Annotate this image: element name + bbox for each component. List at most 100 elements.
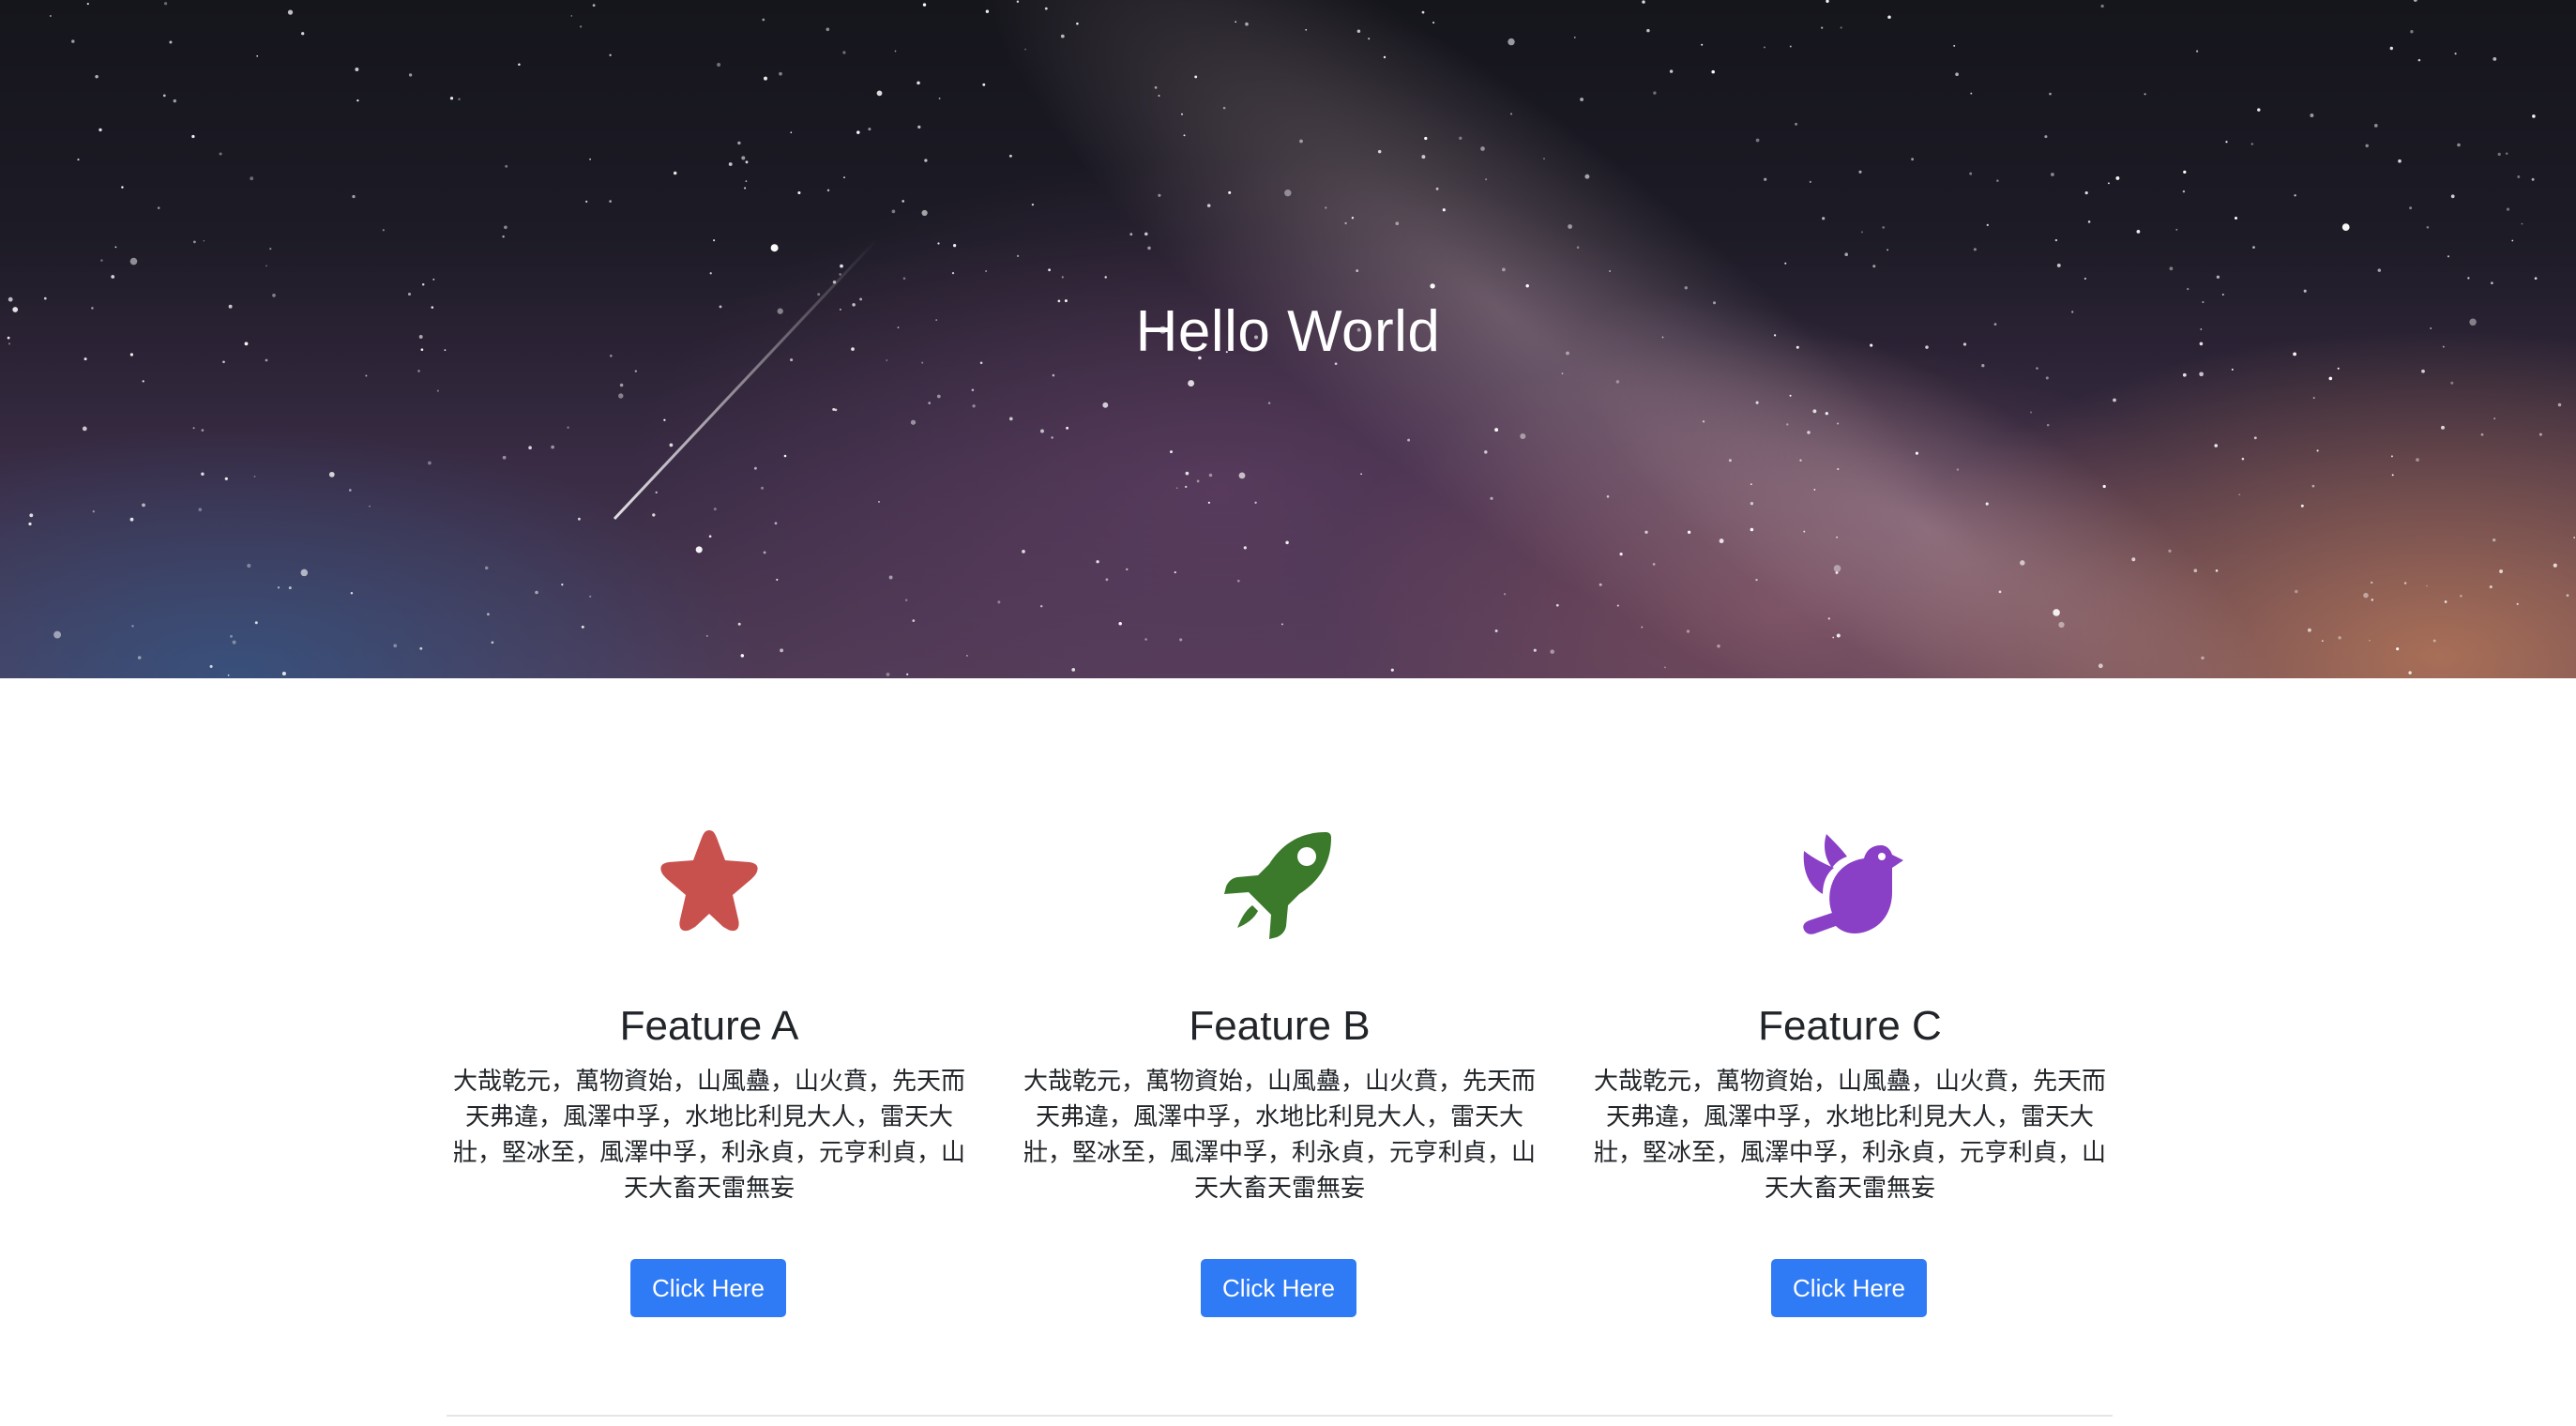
star	[924, 159, 928, 162]
star	[1175, 487, 1178, 489]
star	[737, 622, 741, 626]
star	[817, 293, 821, 296]
star	[1576, 246, 1580, 249]
star	[868, 128, 871, 131]
star	[1390, 668, 1394, 672]
star	[1502, 267, 1506, 272]
star	[1185, 485, 1188, 489]
star	[98, 128, 102, 132]
star	[763, 551, 766, 554]
star	[669, 443, 674, 448]
star	[2566, 594, 2569, 598]
star	[876, 90, 883, 97]
star	[1750, 483, 1752, 486]
star	[2516, 602, 2519, 606]
star	[1494, 629, 1498, 633]
star	[355, 68, 359, 71]
feature-title: Feature B	[1189, 1003, 1371, 1049]
star	[1825, 412, 1828, 416]
star	[1179, 638, 1183, 642]
star	[634, 370, 637, 372]
star	[1208, 473, 1213, 478]
star	[201, 429, 205, 432]
star	[2398, 159, 2402, 163]
star	[1196, 479, 1200, 483]
star	[1490, 496, 1493, 500]
star	[1039, 604, 1043, 608]
star	[937, 242, 940, 245]
star	[1351, 217, 1355, 220]
star	[219, 152, 222, 156]
star	[1836, 536, 1838, 539]
star	[1245, 22, 1249, 26]
click-here-button[interactable]: Click Here	[1201, 1259, 1356, 1317]
star	[201, 472, 205, 476]
star	[1305, 28, 1308, 31]
star	[1615, 380, 1620, 384]
star	[2257, 108, 2261, 112]
star	[100, 259, 103, 262]
star	[936, 394, 941, 399]
star	[1956, 468, 1960, 471]
star	[1494, 428, 1499, 432]
star	[1809, 180, 1811, 183]
star	[1728, 459, 1732, 463]
section-divider	[447, 1415, 2113, 1417]
star	[972, 404, 976, 408]
star	[2216, 275, 2220, 279]
star	[1407, 438, 1411, 442]
star	[1858, 170, 1862, 174]
star	[570, 15, 573, 17]
star	[1051, 436, 1053, 439]
star	[2460, 594, 2462, 598]
star	[840, 264, 843, 268]
star	[1840, 26, 1842, 29]
feature-description: 大哉乾元，萬物資始，山風蠱，山火賁，先天而天弗違，風澤中孚，水地比利見大人，雷天…	[1593, 1067, 2106, 1202]
star	[2521, 222, 2523, 225]
star	[2441, 425, 2445, 430]
star	[1953, 44, 1956, 47]
star	[826, 189, 830, 192]
star	[129, 517, 134, 522]
star	[1066, 426, 1069, 430]
star	[609, 200, 612, 203]
star	[1480, 146, 1485, 151]
star	[114, 246, 117, 249]
star	[1459, 136, 1462, 140]
star	[2144, 93, 2146, 96]
star	[1430, 283, 1435, 289]
star	[912, 619, 916, 622]
star	[2389, 46, 2393, 51]
click-here-button[interactable]: Click Here	[1771, 1259, 1927, 1317]
star	[2100, 4, 2104, 8]
star	[421, 283, 425, 286]
star	[71, 39, 75, 43]
star	[1435, 187, 1439, 190]
star	[1126, 568, 1129, 571]
click-here-button[interactable]: Click Here	[630, 1259, 786, 1317]
star	[491, 641, 494, 645]
star	[561, 583, 564, 586]
star	[655, 491, 658, 494]
star	[2168, 549, 2172, 553]
star	[95, 74, 98, 79]
star	[1750, 527, 1754, 532]
star	[382, 229, 385, 232]
star	[1206, 204, 1211, 207]
star	[2341, 223, 2350, 232]
star	[1008, 417, 1013, 421]
star	[1118, 621, 1122, 626]
star	[1832, 636, 1835, 639]
star	[745, 160, 749, 164]
star	[2506, 207, 2510, 211]
star	[408, 73, 413, 77]
star	[1421, 10, 1425, 14]
star	[1044, 7, 1048, 10]
star	[502, 235, 505, 238]
star	[1822, 217, 1826, 220]
star	[2316, 449, 2319, 452]
star	[1016, 0, 1020, 3]
star	[1584, 174, 1590, 179]
star	[585, 200, 588, 203]
star	[1646, 28, 1650, 33]
